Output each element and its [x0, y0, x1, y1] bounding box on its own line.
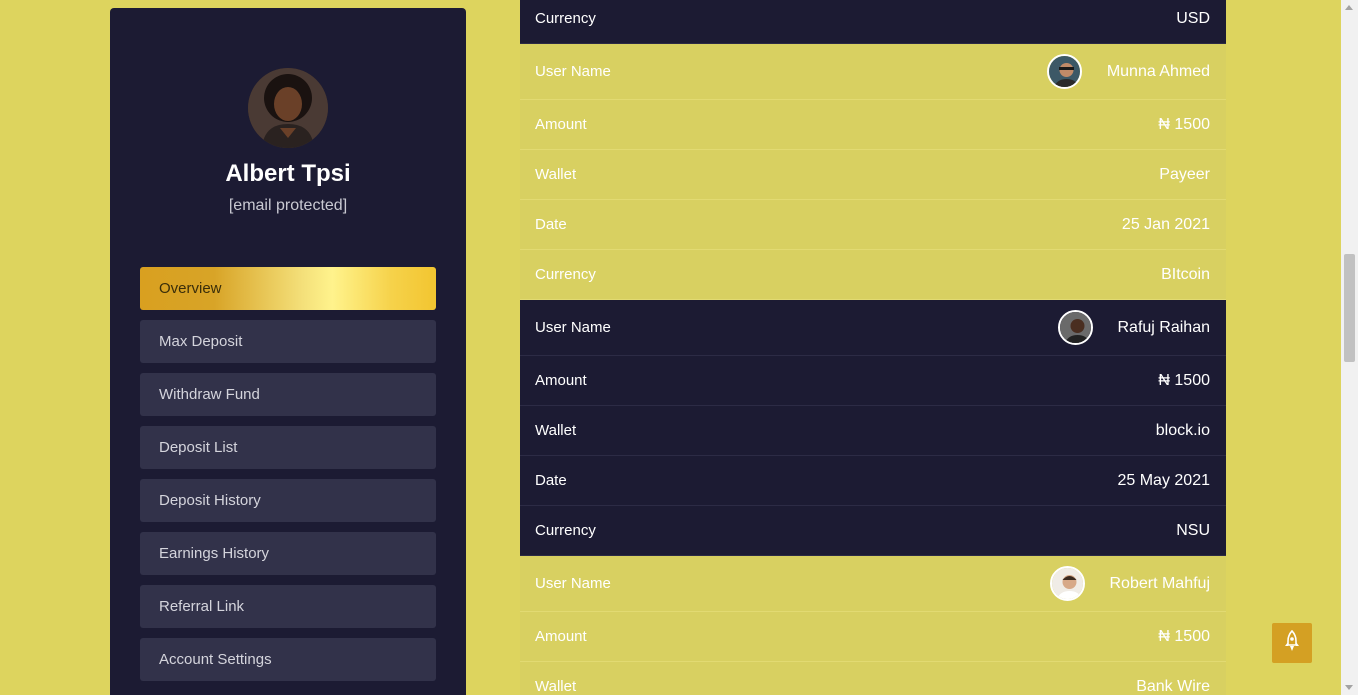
date-value: 25 Jan 2021	[1121, 215, 1210, 233]
user-name-label: User Name	[535, 319, 611, 336]
menu-item-label: Overview	[159, 280, 222, 297]
back-to-top-button[interactable]	[1272, 623, 1312, 663]
currency-label: Currency	[535, 10, 596, 27]
profile-name: Albert Tpsi	[225, 160, 351, 187]
wallet-label: Wallet	[535, 678, 577, 695]
menu-item-overview[interactable]: Overview	[140, 267, 436, 310]
menu-item-deposit-list[interactable]: Deposit List	[140, 426, 436, 469]
transactions-table: Currency USD User Name Munna Ahmed Amoun…	[520, 0, 1226, 695]
wallet-label: Wallet	[535, 166, 577, 183]
scroll-up-arrow-icon[interactable]	[1345, 5, 1353, 10]
table-row: Currency USD	[520, 0, 1226, 44]
user-name-label: User Name	[535, 63, 611, 80]
date-label: Date	[535, 216, 567, 233]
amount-label: Amount	[535, 372, 587, 389]
user-name-label: User Name	[535, 575, 611, 592]
wallet-value: Payeer	[1159, 165, 1210, 183]
table-row: User Name Robert Mahfuj	[520, 556, 1226, 612]
table-row: Date 25 Jan 2021	[520, 200, 1226, 250]
amount-value: ₦ 1500	[1158, 627, 1210, 645]
currency-value: USD	[1176, 9, 1210, 27]
transaction-card: User Name Rafuj Raihan Amount ₦ 1500 Wal…	[520, 300, 1226, 556]
rocket-icon	[1284, 629, 1300, 657]
menu-item-max-deposit[interactable]: Max Deposit	[140, 320, 436, 363]
wallet-value: Bank Wire	[1136, 677, 1210, 695]
table-row: Wallet Bank Wire	[520, 662, 1226, 695]
currency-value: NSU	[1176, 521, 1210, 539]
date-label: Date	[535, 472, 567, 489]
profile-sidebar: Albert Tpsi [email protected] Overview M…	[110, 8, 466, 695]
menu-item-label: Deposit History	[159, 492, 261, 509]
menu-item-label: Earnings History	[159, 545, 270, 562]
menu-item-label: Max Deposit	[159, 333, 243, 350]
table-row: Currency NSU	[520, 506, 1226, 556]
scrollbar-thumb[interactable]	[1344, 254, 1355, 362]
amount-value: ₦ 1500	[1158, 371, 1210, 389]
table-row: Amount ₦ 1500	[520, 356, 1226, 406]
user-avatar	[1046, 54, 1082, 89]
table-row: Wallet block.io	[520, 406, 1226, 456]
page-scrollbar[interactable]	[1341, 0, 1358, 695]
currency-label: Currency	[535, 266, 596, 283]
menu-item-account-settings[interactable]: Account Settings	[140, 638, 436, 681]
menu-item-label: Withdraw Fund	[159, 386, 260, 403]
scroll-down-arrow-icon[interactable]	[1345, 685, 1353, 690]
table-row: Date 25 May 2021	[520, 456, 1226, 506]
currency-label: Currency	[535, 522, 596, 539]
transaction-card: User Name Robert Mahfuj Amount ₦ 1500 Wa…	[520, 556, 1226, 695]
table-row: Amount ₦ 1500	[520, 100, 1226, 150]
user-name-value: Robert Mahfuj	[1109, 574, 1211, 592]
profile-email: [email protected]	[228, 197, 348, 214]
amount-label: Amount	[535, 628, 587, 645]
menu-item-label: Account Settings	[159, 651, 272, 668]
table-row: Currency BItcoin	[520, 250, 1226, 300]
table-row: Amount ₦ 1500	[520, 612, 1226, 662]
menu-item-label: Referral Link	[159, 598, 245, 615]
menu-item-deposit-history[interactable]: Deposit History	[140, 479, 436, 522]
amount-value: ₦ 1500	[1158, 115, 1210, 133]
wallet-label: Wallet	[535, 422, 577, 439]
date-value: 25 May 2021	[1117, 471, 1210, 489]
user-name-value: Rafuj Raihan	[1117, 318, 1211, 336]
sidebar-menu: Overview Max Deposit Withdraw Fund Depos…	[140, 267, 436, 691]
table-row: Wallet Payeer	[520, 150, 1226, 200]
user-avatar	[1049, 566, 1085, 601]
menu-item-withdraw-fund[interactable]: Withdraw Fund	[140, 373, 436, 416]
user-name-value: Munna Ahmed	[1106, 62, 1210, 80]
currency-value: BItcoin	[1161, 265, 1210, 283]
profile-avatar	[248, 68, 328, 148]
user-avatar	[1057, 310, 1093, 345]
table-row: User Name Munna Ahmed	[520, 44, 1226, 100]
menu-item-earnings-history[interactable]: Earnings History	[140, 532, 436, 575]
transaction-card: Currency USD	[520, 0, 1226, 44]
amount-label: Amount	[535, 116, 587, 133]
table-row: User Name Rafuj Raihan	[520, 300, 1226, 356]
menu-item-referral-link[interactable]: Referral Link	[140, 585, 436, 628]
transaction-card: User Name Munna Ahmed Amount ₦ 1500 Wall…	[520, 44, 1226, 300]
wallet-value: block.io	[1155, 421, 1210, 439]
menu-item-label: Deposit List	[159, 439, 238, 456]
